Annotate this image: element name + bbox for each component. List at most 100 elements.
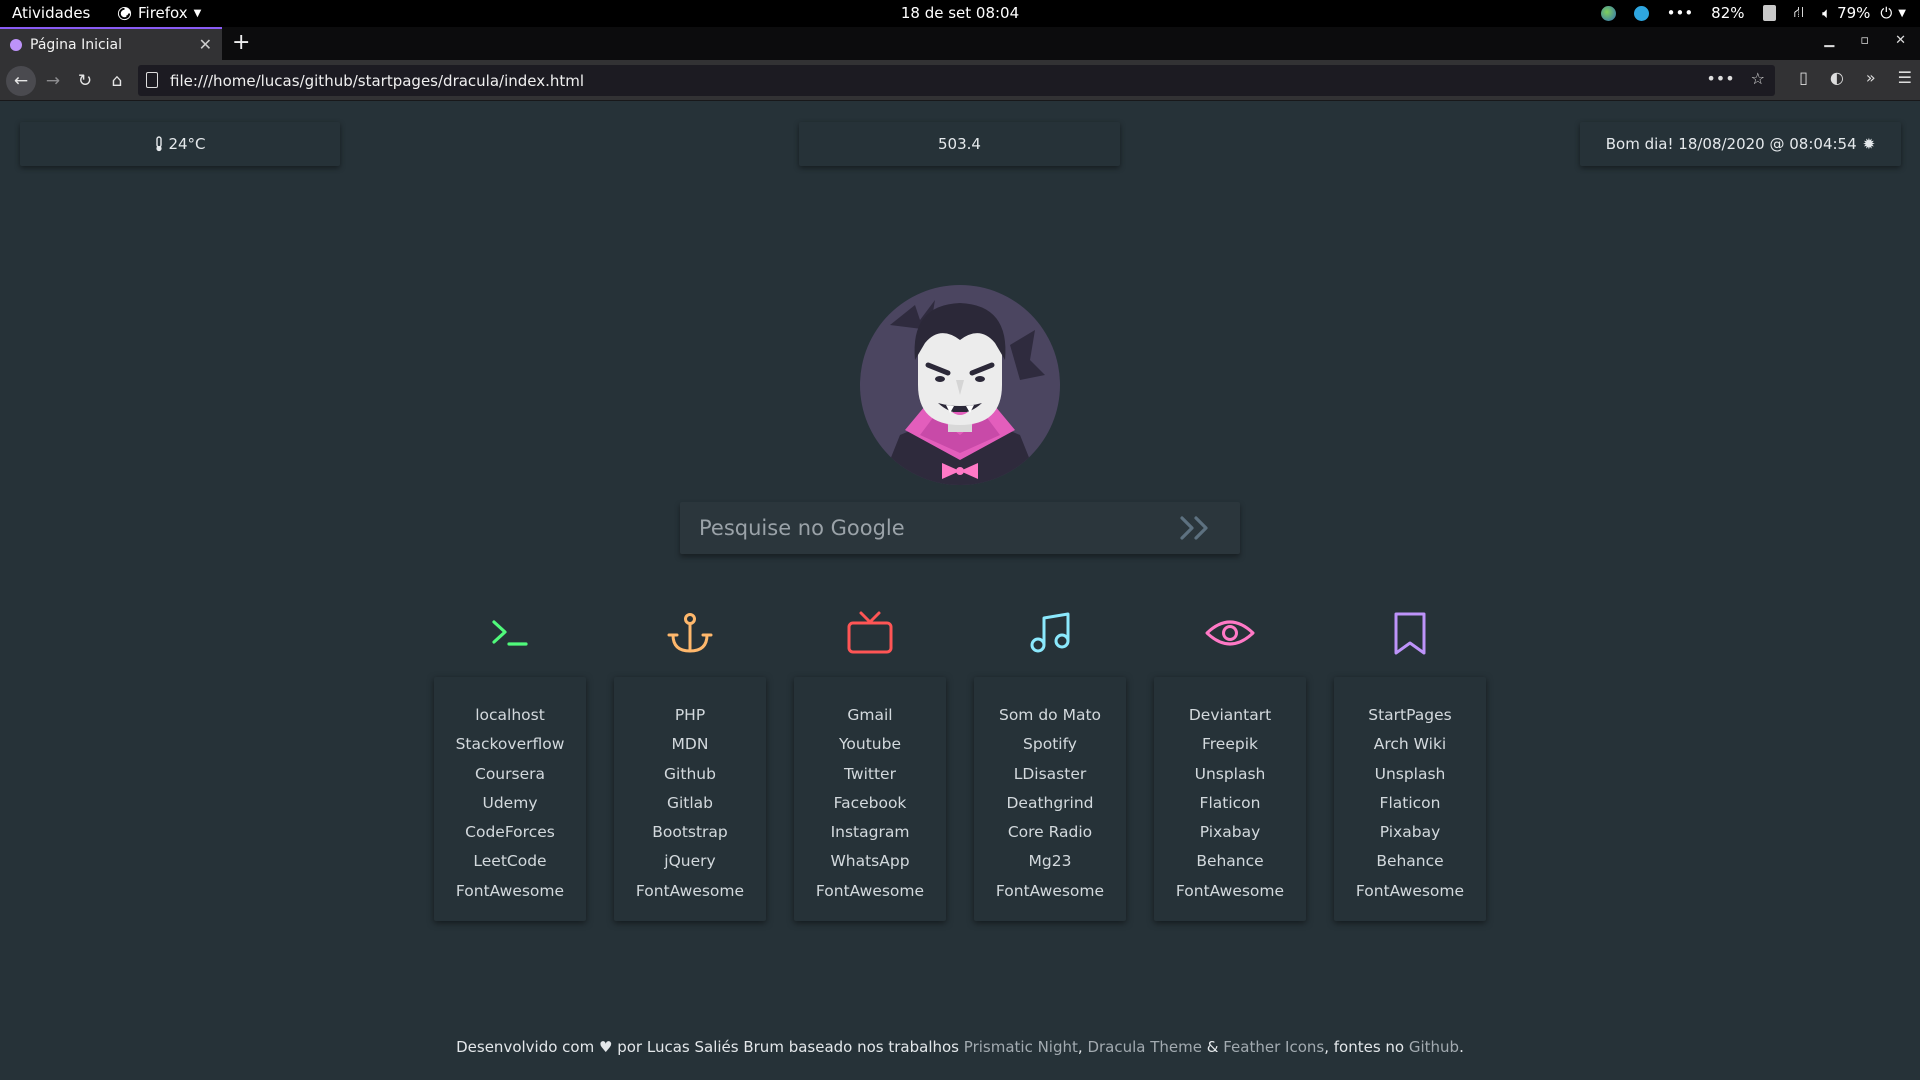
link-github-source[interactable]: Github <box>1409 1038 1459 1056</box>
globe-icon[interactable] <box>1600 5 1616 21</box>
star-icon[interactable]: ☆ <box>1751 69 1765 88</box>
link-stackoverflow[interactable]: Stackoverflow <box>434 730 586 759</box>
url-text[interactable]: file:///home/lucas/github/startpages/dra… <box>170 72 584 90</box>
link-fontawesome[interactable]: FontAwesome <box>434 877 586 906</box>
links-column-bookmarks: StartPages Arch Wiki Unsplash Flaticon P… <box>1334 677 1486 921</box>
links-column-dev: localhost Stackoverflow Coursera Udemy C… <box>434 677 586 921</box>
app-menu-firefox[interactable]: Firefox ▼ <box>117 4 201 22</box>
footer-text: , fontes no <box>1324 1038 1405 1056</box>
close-window-icon[interactable]: ✕ <box>1895 33 1906 48</box>
links-column-web: PHP MDN Github Gitlab Bootstrap jQuery F… <box>614 677 766 921</box>
link-flaticon[interactable]: Flaticon <box>1154 789 1306 818</box>
search-input[interactable] <box>680 502 1180 554</box>
link-unsplash[interactable]: Unsplash <box>1334 760 1486 789</box>
greeting-text: Bom dia! 18/08/2020 @ 08:04:54 <box>1605 135 1857 153</box>
link-feather-icons[interactable]: Feather Icons <box>1223 1038 1324 1056</box>
link-pixabay[interactable]: Pixabay <box>1154 818 1306 847</box>
link-startpages[interactable]: StartPages <box>1334 701 1486 730</box>
links-column-music: Som do Mato Spotify LDisaster Deathgrind… <box>974 677 1126 921</box>
link-bootstrap[interactable]: Bootstrap <box>614 818 766 847</box>
link-localhost[interactable]: localhost <box>434 701 586 730</box>
link-fontawesome[interactable]: FontAwesome <box>614 877 766 906</box>
network-icon[interactable]: ⛙ <box>1794 3 1805 23</box>
link-behance[interactable]: Behance <box>1154 847 1306 876</box>
music-icon <box>1030 612 1070 653</box>
page-actions-icon[interactable]: ••• <box>1706 69 1734 88</box>
close-icon[interactable]: ✕ <box>199 35 212 54</box>
new-tab-button[interactable]: + <box>232 30 250 55</box>
link-deviantart[interactable]: Deviantart <box>1154 701 1306 730</box>
power-icon[interactable]: ⏻ <box>1880 4 1892 22</box>
link-ldisaster[interactable]: LDisaster <box>974 760 1126 789</box>
volume-value: 79% <box>1837 4 1871 22</box>
footer-text: Desenvolvido com <box>456 1038 595 1056</box>
link-som-do-mato[interactable]: Som do Mato <box>974 701 1126 730</box>
link-fontawesome[interactable]: FontAwesome <box>1154 877 1306 906</box>
home-button[interactable]: ⌂ <box>104 68 130 94</box>
reload-button[interactable]: ↻ <box>72 68 98 94</box>
link-youtube[interactable]: Youtube <box>794 730 946 759</box>
clipboard-icon[interactable] <box>1762 5 1776 21</box>
telegram-icon[interactable] <box>1633 5 1649 21</box>
greeting-widget: Bom dia! 18/08/2020 @ 08:04:54 ✹ <box>1580 122 1901 166</box>
heart-icon: ♥ <box>599 1038 613 1056</box>
link-fontawesome[interactable]: FontAwesome <box>794 877 946 906</box>
tab-pagina-inicial[interactable]: Página Inicial ✕ <box>0 27 222 60</box>
link-gitlab[interactable]: Gitlab <box>614 789 766 818</box>
link-instagram[interactable]: Instagram <box>794 818 946 847</box>
clock[interactable]: 18 de set 08:04 <box>901 4 1019 22</box>
link-leetcode[interactable]: LeetCode <box>434 847 586 876</box>
link-deathgrind[interactable]: Deathgrind <box>974 789 1126 818</box>
link-php[interactable]: PHP <box>614 701 766 730</box>
url-bar[interactable]: file:///home/lucas/github/startpages/dra… <box>138 65 1775 96</box>
back-button[interactable]: ← <box>6 66 36 96</box>
link-gmail[interactable]: Gmail <box>794 701 946 730</box>
link-pixabay[interactable]: Pixabay <box>1334 818 1486 847</box>
link-mg23[interactable]: Mg23 <box>974 847 1126 876</box>
navigation-toolbar: ← → ↻ ⌂ file:///home/lucas/github/startp… <box>0 60 1920 101</box>
link-jquery[interactable]: jQuery <box>614 847 766 876</box>
link-arch-wiki[interactable]: Arch Wiki <box>1334 730 1486 759</box>
overflow-icon[interactable]: » <box>1866 68 1876 87</box>
link-whatsapp[interactable]: WhatsApp <box>794 847 946 876</box>
link-fontawesome[interactable]: FontAwesome <box>1334 877 1486 906</box>
link-spotify[interactable]: Spotify <box>974 730 1126 759</box>
forward-button[interactable]: → <box>40 68 66 94</box>
activities-button[interactable]: Atividades <box>12 4 90 22</box>
links-column-social: Gmail Youtube Twitter Facebook Instagram… <box>794 677 946 921</box>
link-twitter[interactable]: Twitter <box>794 760 946 789</box>
bookmark-icon <box>1394 612 1426 655</box>
link-mdn[interactable]: MDN <box>614 730 766 759</box>
dracula-avatar <box>860 285 1060 485</box>
link-flaticon[interactable]: Flaticon <box>1334 789 1486 818</box>
link-facebook[interactable]: Facebook <box>794 789 946 818</box>
link-codeforces[interactable]: CodeForces <box>434 818 586 847</box>
extension-icon[interactable]: ◐ <box>1830 68 1844 87</box>
link-core-radio[interactable]: Core Radio <box>974 818 1126 847</box>
chevrons-right-icon[interactable] <box>1176 512 1216 544</box>
chevron-down-icon[interactable]: ▼ <box>1898 8 1906 19</box>
link-freepik[interactable]: Freepik <box>1154 730 1306 759</box>
more-icon[interactable]: ••• <box>1667 4 1694 22</box>
menu-icon[interactable]: ☰ <box>1898 68 1912 87</box>
minimize-icon[interactable]: ▁ <box>1824 33 1834 48</box>
links-column-design: Deviantart Freepik Unsplash Flaticon Pix… <box>1154 677 1306 921</box>
footer-separator: , <box>1077 1038 1083 1056</box>
link-behance[interactable]: Behance <box>1334 847 1486 876</box>
volume-icon[interactable]: 🔈︎ <box>1822 4 1831 22</box>
link-unsplash[interactable]: Unsplash <box>1154 760 1306 789</box>
restore-icon[interactable]: ▫ <box>1860 33 1869 48</box>
link-udemy[interactable]: Udemy <box>434 789 586 818</box>
counter-value: 503.4 <box>938 135 981 153</box>
tab-strip: Página Inicial ✕ + ▁ ▫ ✕ <box>0 27 1920 60</box>
thermometer-icon <box>156 136 163 152</box>
link-coursera[interactable]: Coursera <box>434 760 586 789</box>
footer-text: por Lucas Saliés Brum baseado nos trabal… <box>617 1038 959 1056</box>
link-github[interactable]: Github <box>614 760 766 789</box>
eye-icon <box>1205 620 1255 646</box>
anchor-icon <box>667 613 713 653</box>
link-dracula-theme[interactable]: Dracula Theme <box>1087 1038 1202 1056</box>
link-prismatic-night[interactable]: Prismatic Night <box>964 1038 1078 1056</box>
link-fontawesome[interactable]: FontAwesome <box>974 877 1126 906</box>
sidebar-icon[interactable]: ▯ <box>1799 68 1808 87</box>
